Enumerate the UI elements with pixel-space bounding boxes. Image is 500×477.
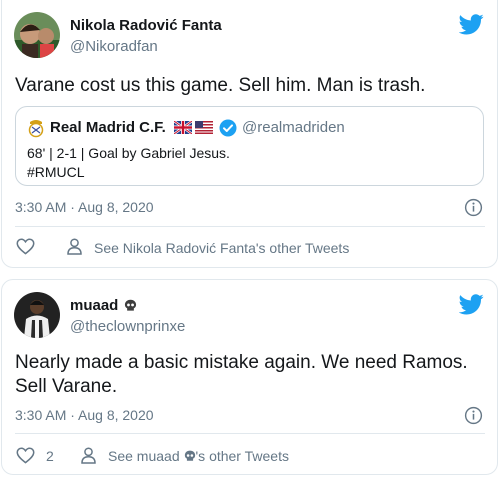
- quote-author-handle[interactable]: @realmadriden: [242, 119, 345, 136]
- tweet-text-line-1: Nearly made a basic mistake again. We ne…: [15, 352, 468, 373]
- other-tweets-link-prefix: See muaad: [108, 448, 184, 464]
- quoted-tweet[interactable]: Real Madrid C.F. @realmadriden 68' | 2-1…: [15, 106, 484, 186]
- skull-emoji-icon: [124, 299, 137, 311]
- info-icon[interactable]: [464, 406, 483, 425]
- person-icon[interactable]: [67, 238, 82, 255]
- other-tweets-link[interactable]: See muaad 's other Tweets: [108, 448, 289, 464]
- heart-icon[interactable]: [16, 447, 35, 464]
- divider: [15, 226, 485, 227]
- skull-emoji-icon: [184, 450, 195, 461]
- author-handle[interactable]: @theclownprinxe: [70, 318, 185, 335]
- timestamp[interactable]: 3:30 AM · Aug 8, 2020: [15, 199, 154, 215]
- info-icon[interactable]: [464, 198, 483, 217]
- quote-text-line-1: 68' | 2-1 | Goal by Gabriel Jesus.: [27, 145, 230, 161]
- heart-icon[interactable]: [16, 238, 35, 255]
- twitter-bird-icon[interactable]: [459, 294, 484, 315]
- tweet-card[interactable]: Nikola Radović Fanta @Nikoradfan Varane …: [1, 0, 498, 268]
- divider: [15, 433, 485, 434]
- us-flag-icon: [195, 121, 213, 134]
- timestamp[interactable]: 3:30 AM · Aug 8, 2020: [15, 407, 154, 423]
- author-handle[interactable]: @Nikoradfan: [70, 38, 158, 55]
- real-madrid-crest-icon: [28, 120, 44, 138]
- tweet-card[interactable]: muaad @theclownprinxe Nearly made a basi…: [1, 279, 498, 475]
- tweet-text-line-2: Sell Varane.: [15, 376, 118, 397]
- twitter-bird-icon[interactable]: [459, 14, 484, 35]
- avatar[interactable]: [14, 12, 60, 58]
- avatar[interactable]: [14, 292, 60, 338]
- author-name[interactable]: Nikola Radović Fanta: [70, 17, 222, 34]
- person-icon[interactable]: [81, 447, 96, 464]
- other-tweets-link-suffix: 's other Tweets: [195, 448, 289, 464]
- verified-badge-icon: [219, 119, 237, 137]
- other-tweets-link[interactable]: See Nikola Radović Fanta's other Tweets: [94, 240, 349, 256]
- like-count[interactable]: 2: [46, 448, 54, 464]
- tweet-text: Varane cost us this game. Sell him. Man …: [15, 75, 426, 96]
- quote-text-line-2[interactable]: #RMUCL: [27, 162, 85, 182]
- quote-author-name[interactable]: Real Madrid C.F.: [50, 119, 166, 136]
- uk-flag-icon: [174, 121, 192, 134]
- author-name[interactable]: muaad: [70, 297, 118, 314]
